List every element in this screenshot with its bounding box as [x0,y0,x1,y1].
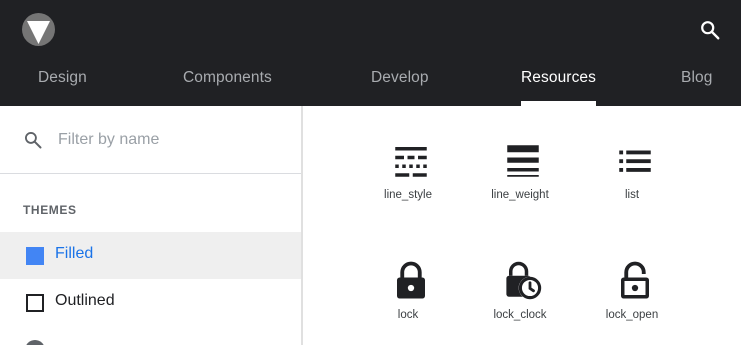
line-style-icon [390,140,432,182]
icon-name: line_weight [491,189,549,201]
icon-name: line_style [384,189,432,201]
icon-grid: line_style line_weight list lock lock_cl… [305,106,741,345]
theme-item-outlined[interactable]: Outlined [0,279,301,326]
lock-open-icon [614,260,656,302]
theme-item-filled[interactable]: Filled [0,232,301,279]
icon-tile-lock-clock[interactable]: lock_clock [464,230,576,330]
filter-bar [0,106,301,174]
theme-label-filled: Filled [55,245,94,262]
themes-heading: THEMES [23,203,77,217]
nav-tab-resources[interactable]: Resources [521,69,596,87]
icon-tile-lock-open[interactable]: lock_open [576,230,688,330]
icon-name: lock_clock [493,309,547,321]
nav-tab-components[interactable]: Components [183,69,272,87]
theme-label-outlined: Outlined [55,292,115,309]
nav-tab-develop[interactable]: Develop [371,69,429,87]
lock-icon [390,260,432,302]
nav-tab-design[interactable]: Design [38,69,87,87]
icon-tile-lock[interactable]: lock [352,230,464,330]
filter-input[interactable] [58,128,278,152]
search-icon[interactable] [699,19,721,41]
icon-tile-line-weight[interactable]: line_weight [464,110,576,210]
filter-search-icon [23,130,43,150]
top-app-bar: Design Components Develop Resources Blog [0,0,741,106]
outlined-square-icon [26,294,44,312]
filled-square-icon [26,247,44,265]
icon-name: lock [397,309,419,321]
lock-clock-icon [502,260,544,302]
icon-name: list [624,189,640,201]
sidebar: THEMES Filled Outlined [0,106,303,345]
icon-tile-line-style[interactable]: line_style [352,110,464,210]
icon-tile-list[interactable]: list [576,110,688,210]
main-nav: Design Components Develop Resources Blog [0,0,741,106]
line-weight-icon [502,140,544,182]
icon-name: lock_open [605,309,659,321]
list-icon [614,140,656,182]
round-theme-icon[interactable] [25,340,45,345]
nav-tab-blog[interactable]: Blog [681,69,712,87]
